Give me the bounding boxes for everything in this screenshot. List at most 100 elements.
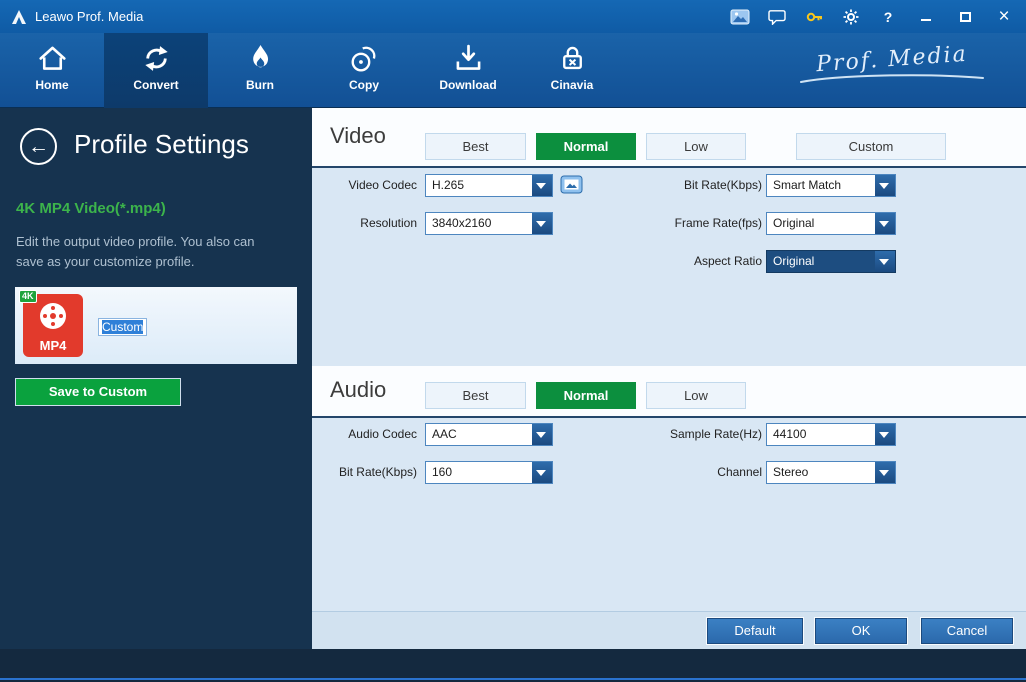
minimize-glyph xyxy=(921,19,931,21)
profile-rename-selected-text: Custom xyxy=(102,320,143,334)
video-quality-normal-button[interactable]: Normal xyxy=(536,133,636,160)
frame-rate-label: Frame Rate(fps) xyxy=(617,216,762,230)
action-bar: Default OK Cancel xyxy=(312,611,1026,649)
convert-icon xyxy=(140,42,173,75)
nav-burn-label: Burn xyxy=(246,78,274,92)
audio-bitrate-select[interactable]: 160 xyxy=(425,461,553,484)
mp4-format-label: MP4 xyxy=(23,338,83,353)
chevron-down-icon xyxy=(875,251,895,272)
aspect-ratio-label: Aspect Ratio xyxy=(617,254,762,268)
channel-select[interactable]: Stereo xyxy=(766,461,896,484)
help-icon[interactable]: ? xyxy=(877,7,899,27)
titlebar: Leawo Prof. Media xyxy=(0,0,1026,33)
chevron-down-icon xyxy=(532,462,552,483)
frame-rate-select[interactable]: Original xyxy=(766,212,896,235)
mp4-file-icon: 4K MP4 xyxy=(23,294,83,357)
codec-advanced-glyph xyxy=(560,175,583,196)
brand-script: Prof. Media xyxy=(792,47,992,91)
audio-codec-select[interactable]: AAC xyxy=(425,423,553,446)
profile-description-line2: save as your customize profile. xyxy=(16,254,194,269)
audio-quality-normal-button[interactable]: Normal xyxy=(536,382,636,409)
nav-cinavia[interactable]: Cinavia xyxy=(520,33,624,108)
video-quality-custom-button[interactable]: Custom xyxy=(796,133,946,160)
sample-rate-value: 44100 xyxy=(773,424,806,445)
aspect-ratio-select[interactable]: Original xyxy=(766,250,896,273)
audio-bitrate-value: 160 xyxy=(432,462,452,483)
video-bitrate-label: Bit Rate(Kbps) xyxy=(617,178,762,192)
chevron-down-icon xyxy=(532,424,552,445)
chat-bubble-glyph xyxy=(768,9,786,25)
audio-section-header: Audio Best Normal Low xyxy=(312,366,1026,416)
audio-codec-value: AAC xyxy=(432,424,457,445)
settings-gear-icon[interactable] xyxy=(840,7,862,27)
nav-convert-label: Convert xyxy=(133,78,178,92)
profile-rename-input[interactable]: Custom xyxy=(98,318,147,336)
status-bar xyxy=(0,649,1026,682)
chevron-down-icon xyxy=(875,213,895,234)
register-key-icon[interactable] xyxy=(803,7,825,27)
default-button[interactable]: Default xyxy=(707,618,803,644)
screenshot-icon[interactable] xyxy=(729,7,751,27)
feedback-icon[interactable] xyxy=(766,7,788,27)
titlebar-actions: ? × xyxy=(729,6,1016,28)
profile-name: 4K MP4 Video(*.mp4) xyxy=(16,200,166,217)
channel-value: Stereo xyxy=(773,462,808,483)
back-button[interactable]: ← xyxy=(20,128,57,165)
chevron-down-icon xyxy=(532,175,552,196)
save-to-custom-button[interactable]: Save to Custom xyxy=(15,378,181,406)
film-reel-icon xyxy=(40,303,66,329)
profile-list-item[interactable]: 4K MP4 Custom xyxy=(15,287,297,364)
nav-copy[interactable]: Copy xyxy=(312,33,416,108)
video-quality-best-button[interactable]: Best xyxy=(425,133,526,160)
app-logo xyxy=(10,8,28,26)
video-section-body: Video Codec H.265 Resolution 3840x2160 B… xyxy=(312,168,1026,366)
nav-bar: Home Convert Burn Copy xyxy=(0,33,1026,108)
nav-download-label: Download xyxy=(439,78,496,92)
4k-badge: 4K xyxy=(19,290,37,303)
nav-copy-label: Copy xyxy=(349,78,379,92)
settings-panel: Video Best Normal Low Custom Video Codec… xyxy=(312,108,1026,649)
aspect-ratio-value: Original xyxy=(773,251,814,272)
channel-label: Channel xyxy=(617,465,762,479)
sidebar: ← Profile Settings 4K MP4 Video(*.mp4) E… xyxy=(0,108,312,649)
chevron-down-icon xyxy=(875,424,895,445)
chevron-down-icon xyxy=(875,175,895,196)
nav-download[interactable]: Download xyxy=(416,33,520,108)
screenshot-icon-glyph xyxy=(730,9,750,25)
home-icon xyxy=(36,42,69,75)
back-arrow-icon: ← xyxy=(28,135,49,158)
download-icon xyxy=(452,42,485,75)
maximize-button[interactable] xyxy=(953,6,977,28)
video-codec-value: H.265 xyxy=(432,175,464,196)
resolution-select[interactable]: 3840x2160 xyxy=(425,212,553,235)
nav-burn[interactable]: Burn xyxy=(208,33,312,108)
codec-advanced-icon[interactable] xyxy=(560,175,583,196)
app-window: Leawo Prof. Media xyxy=(0,0,1026,682)
nav-home[interactable]: Home xyxy=(0,33,104,108)
page-title: Profile Settings xyxy=(74,129,249,160)
gear-glyph xyxy=(842,8,860,26)
audio-codec-label: Audio Codec xyxy=(312,427,417,441)
chevron-down-icon xyxy=(875,462,895,483)
audio-section-title: Audio xyxy=(330,377,386,403)
video-codec-select[interactable]: H.265 xyxy=(425,174,553,197)
profile-description-line1: Edit the output video profile. You also … xyxy=(16,234,255,249)
video-quality-low-button[interactable]: Low xyxy=(646,133,746,160)
audio-bitrate-label: Bit Rate(Kbps) xyxy=(312,465,417,479)
cancel-button[interactable]: Cancel xyxy=(921,618,1013,644)
sample-rate-select[interactable]: 44100 xyxy=(766,423,896,446)
sample-rate-label: Sample Rate(Hz) xyxy=(617,427,762,441)
key-glyph xyxy=(805,8,823,26)
nav-cinavia-label: Cinavia xyxy=(551,78,594,92)
video-bitrate-select[interactable]: Smart Match xyxy=(766,174,896,197)
bottom-accent-line xyxy=(0,678,1026,680)
close-button[interactable]: × xyxy=(992,6,1016,28)
ok-button[interactable]: OK xyxy=(815,618,907,644)
video-bitrate-value: Smart Match xyxy=(773,175,841,196)
audio-section-body: Audio Codec AAC Bit Rate(Kbps) 160 Sampl… xyxy=(312,418,1026,611)
audio-quality-best-button[interactable]: Best xyxy=(425,382,526,409)
minimize-button[interactable] xyxy=(914,6,938,28)
nav-convert[interactable]: Convert xyxy=(104,33,208,108)
video-codec-label: Video Codec xyxy=(312,178,417,192)
audio-quality-low-button[interactable]: Low xyxy=(646,382,746,409)
